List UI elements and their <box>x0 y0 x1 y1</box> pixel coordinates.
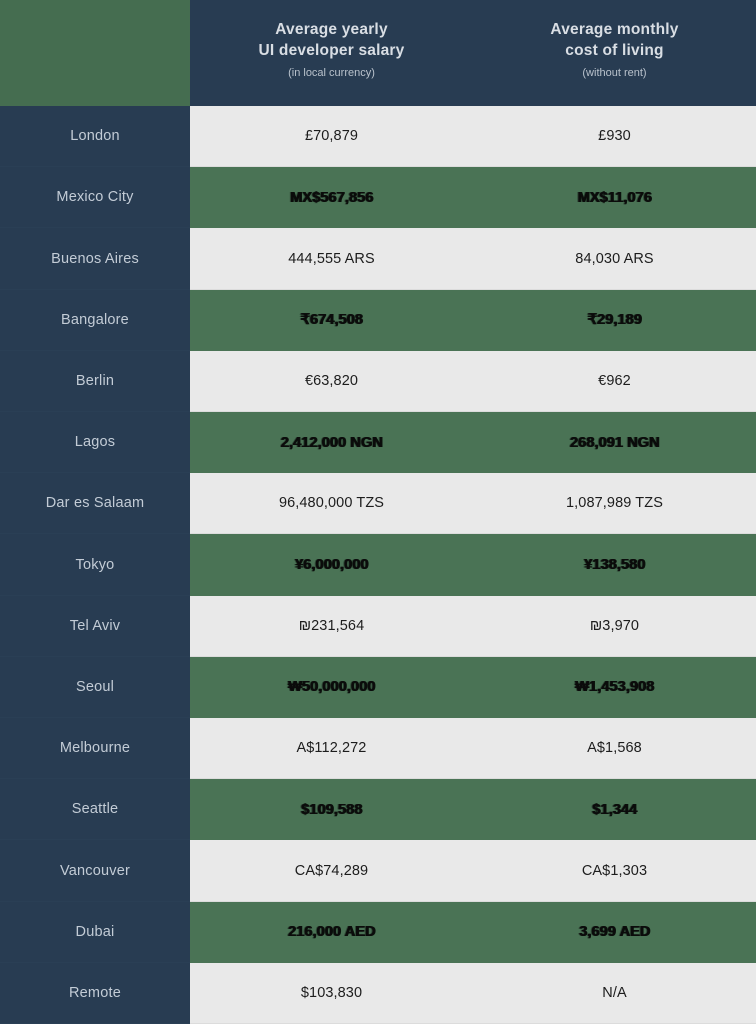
table-body: London £70,879 £930 Mexico City MX$567,856 MX… <box>0 106 756 1024</box>
row-values: CA$74,289 CA$1,303 <box>190 840 756 902</box>
cell-salary: €63,820 <box>304 372 359 389</box>
cell-cost-of-living: 84,030 ARS <box>575 250 654 267</box>
row-values: ₹674,508 ₹29,189 <box>190 289 756 351</box>
cell-cost-of-living: N/A <box>602 984 627 1001</box>
row-city-label: Mexico City <box>0 167 190 229</box>
column-header-cost-line1: Average monthly <box>550 21 679 39</box>
cell-cost-of-living: MX$11,076 <box>577 189 652 206</box>
cell-cost-of-living: ¥138,580 <box>583 557 646 574</box>
cell-cost-of-living: A$1,568 <box>587 740 642 757</box>
table-row: Berlin €63,820 €962 <box>0 350 756 413</box>
row-city-label: Seoul <box>0 656 190 719</box>
row-values: €63,820 €962 <box>190 350 756 413</box>
cell-salary: A$112,272 <box>296 740 367 757</box>
row-city-label: Vancouver <box>0 840 190 902</box>
table-row: Melbourne A$112,272 A$1,568 <box>0 718 756 780</box>
row-city-label: Buenos Aires <box>0 228 190 290</box>
row-city-label: Dar es Salaam <box>0 473 190 535</box>
cell-cost-of-living: 268,091 NGN <box>569 434 660 451</box>
cell-cost-of-living: $1,344 <box>592 801 637 818</box>
column-header-salary-line2: UI developer salary <box>258 42 405 60</box>
row-values: ₪231,564 ₪3,970 <box>190 595 756 657</box>
cell-salary: MX$567,856 <box>289 189 374 206</box>
row-city-label: Dubai <box>0 901 190 963</box>
row-city-label: London <box>0 106 190 168</box>
row-values: £70,879 £930 <box>190 106 756 168</box>
table-row: Tokyo ¥6,000,000 ¥138,580 <box>0 534 756 596</box>
cell-cost-of-living: ₪3,970 <box>589 617 640 634</box>
row-values: ₩50,000,000 ₩1,453,908 <box>190 656 756 719</box>
row-city-label: Remote <box>0 962 190 1024</box>
cell-salary: ₩50,000,000 <box>287 679 376 696</box>
row-city-label: Bangalore <box>0 289 190 351</box>
table-header-row: Average yearly UI developer salary (in l… <box>0 0 756 106</box>
cell-cost-of-living: CA$1,303 <box>581 862 648 879</box>
cell-salary: 444,555 ARS <box>288 250 375 267</box>
header-column-group: Average yearly UI developer salary (in l… <box>190 0 756 106</box>
header-corner-cell <box>0 0 190 106</box>
row-city-label: Tokyo <box>0 534 190 596</box>
cell-salary: ₪231,564 <box>298 617 365 634</box>
row-values: 96,480,000 TZS 1,087,989 TZS <box>190 473 756 535</box>
row-city-label: Seattle <box>0 779 190 841</box>
cell-cost-of-living: 1,087,989 TZS <box>566 495 663 512</box>
cell-salary: CA$74,289 <box>294 862 369 879</box>
row-values: $109,588 $1,344 <box>190 779 756 841</box>
row-city-label: Berlin <box>0 350 190 413</box>
cell-salary: 2,412,000 NGN <box>280 434 383 451</box>
row-values: $103,830 N/A <box>190 962 756 1024</box>
cell-salary: 216,000 AED <box>287 924 376 941</box>
row-values: 2,412,000 NGN 268,091 NGN <box>190 412 756 474</box>
cell-salary: $109,588 <box>300 801 363 818</box>
row-values: A$112,272 A$1,568 <box>190 718 756 780</box>
cell-salary: ₹674,508 <box>300 312 363 329</box>
row-city-label: Lagos <box>0 412 190 474</box>
table-row: Buenos Aires 444,555 ARS 84,030 ARS <box>0 228 756 290</box>
cell-salary: ¥6,000,000 <box>294 557 369 574</box>
table-row: Dubai 216,000 AED 3,699 AED <box>0 901 756 963</box>
table-row: Remote $103,830 N/A <box>0 962 756 1024</box>
column-header-salary-line1: Average yearly <box>275 21 388 39</box>
table-row: Tel Aviv ₪231,564 ₪3,970 <box>0 595 756 657</box>
cell-cost-of-living: £930 <box>598 128 631 145</box>
column-header-cost-subtitle: (without rent) <box>582 67 647 80</box>
cell-cost-of-living: €962 <box>598 372 631 389</box>
cell-cost-of-living: ₹29,189 <box>587 312 642 329</box>
cell-cost-of-living: 3,699 AED <box>578 924 651 941</box>
column-header-salary: Average yearly UI developer salary (in l… <box>190 0 473 106</box>
row-values: 216,000 AED 3,699 AED <box>190 901 756 963</box>
table-row: Lagos 2,412,000 NGN 268,091 NGN <box>0 412 756 474</box>
row-values: ¥6,000,000 ¥138,580 <box>190 534 756 596</box>
table-row: Bangalore ₹674,508 ₹29,189 <box>0 289 756 351</box>
row-city-label: Melbourne <box>0 718 190 780</box>
column-header-cost-of-living: Average monthly cost of living (without … <box>473 0 756 106</box>
table-row: London £70,879 £930 <box>0 106 756 168</box>
table-row: Mexico City MX$567,856 MX$11,076 <box>0 167 756 229</box>
table-row: Dar es Salaam 96,480,000 TZS 1,087,989 TZS <box>0 473 756 535</box>
table-row: Seoul ₩50,000,000 ₩1,453,908 <box>0 656 756 719</box>
table-row: Vancouver CA$74,289 CA$1,303 <box>0 840 756 902</box>
cell-salary: 96,480,000 TZS <box>278 495 385 512</box>
cell-cost-of-living: ₩1,453,908 <box>574 679 655 696</box>
column-header-cost-line2: cost of living <box>565 42 664 60</box>
salary-cost-comparison-table: Average yearly UI developer salary (in l… <box>0 0 756 1024</box>
table-row: Seattle $109,588 $1,344 <box>0 779 756 841</box>
row-values: 444,555 ARS 84,030 ARS <box>190 228 756 290</box>
column-header-salary-subtitle: (in local currency) <box>288 67 375 80</box>
row-city-label: Tel Aviv <box>0 595 190 657</box>
cell-salary: £70,879 <box>304 128 359 145</box>
cell-salary: $103,830 <box>300 984 363 1001</box>
row-values: MX$567,856 MX$11,076 <box>190 167 756 229</box>
